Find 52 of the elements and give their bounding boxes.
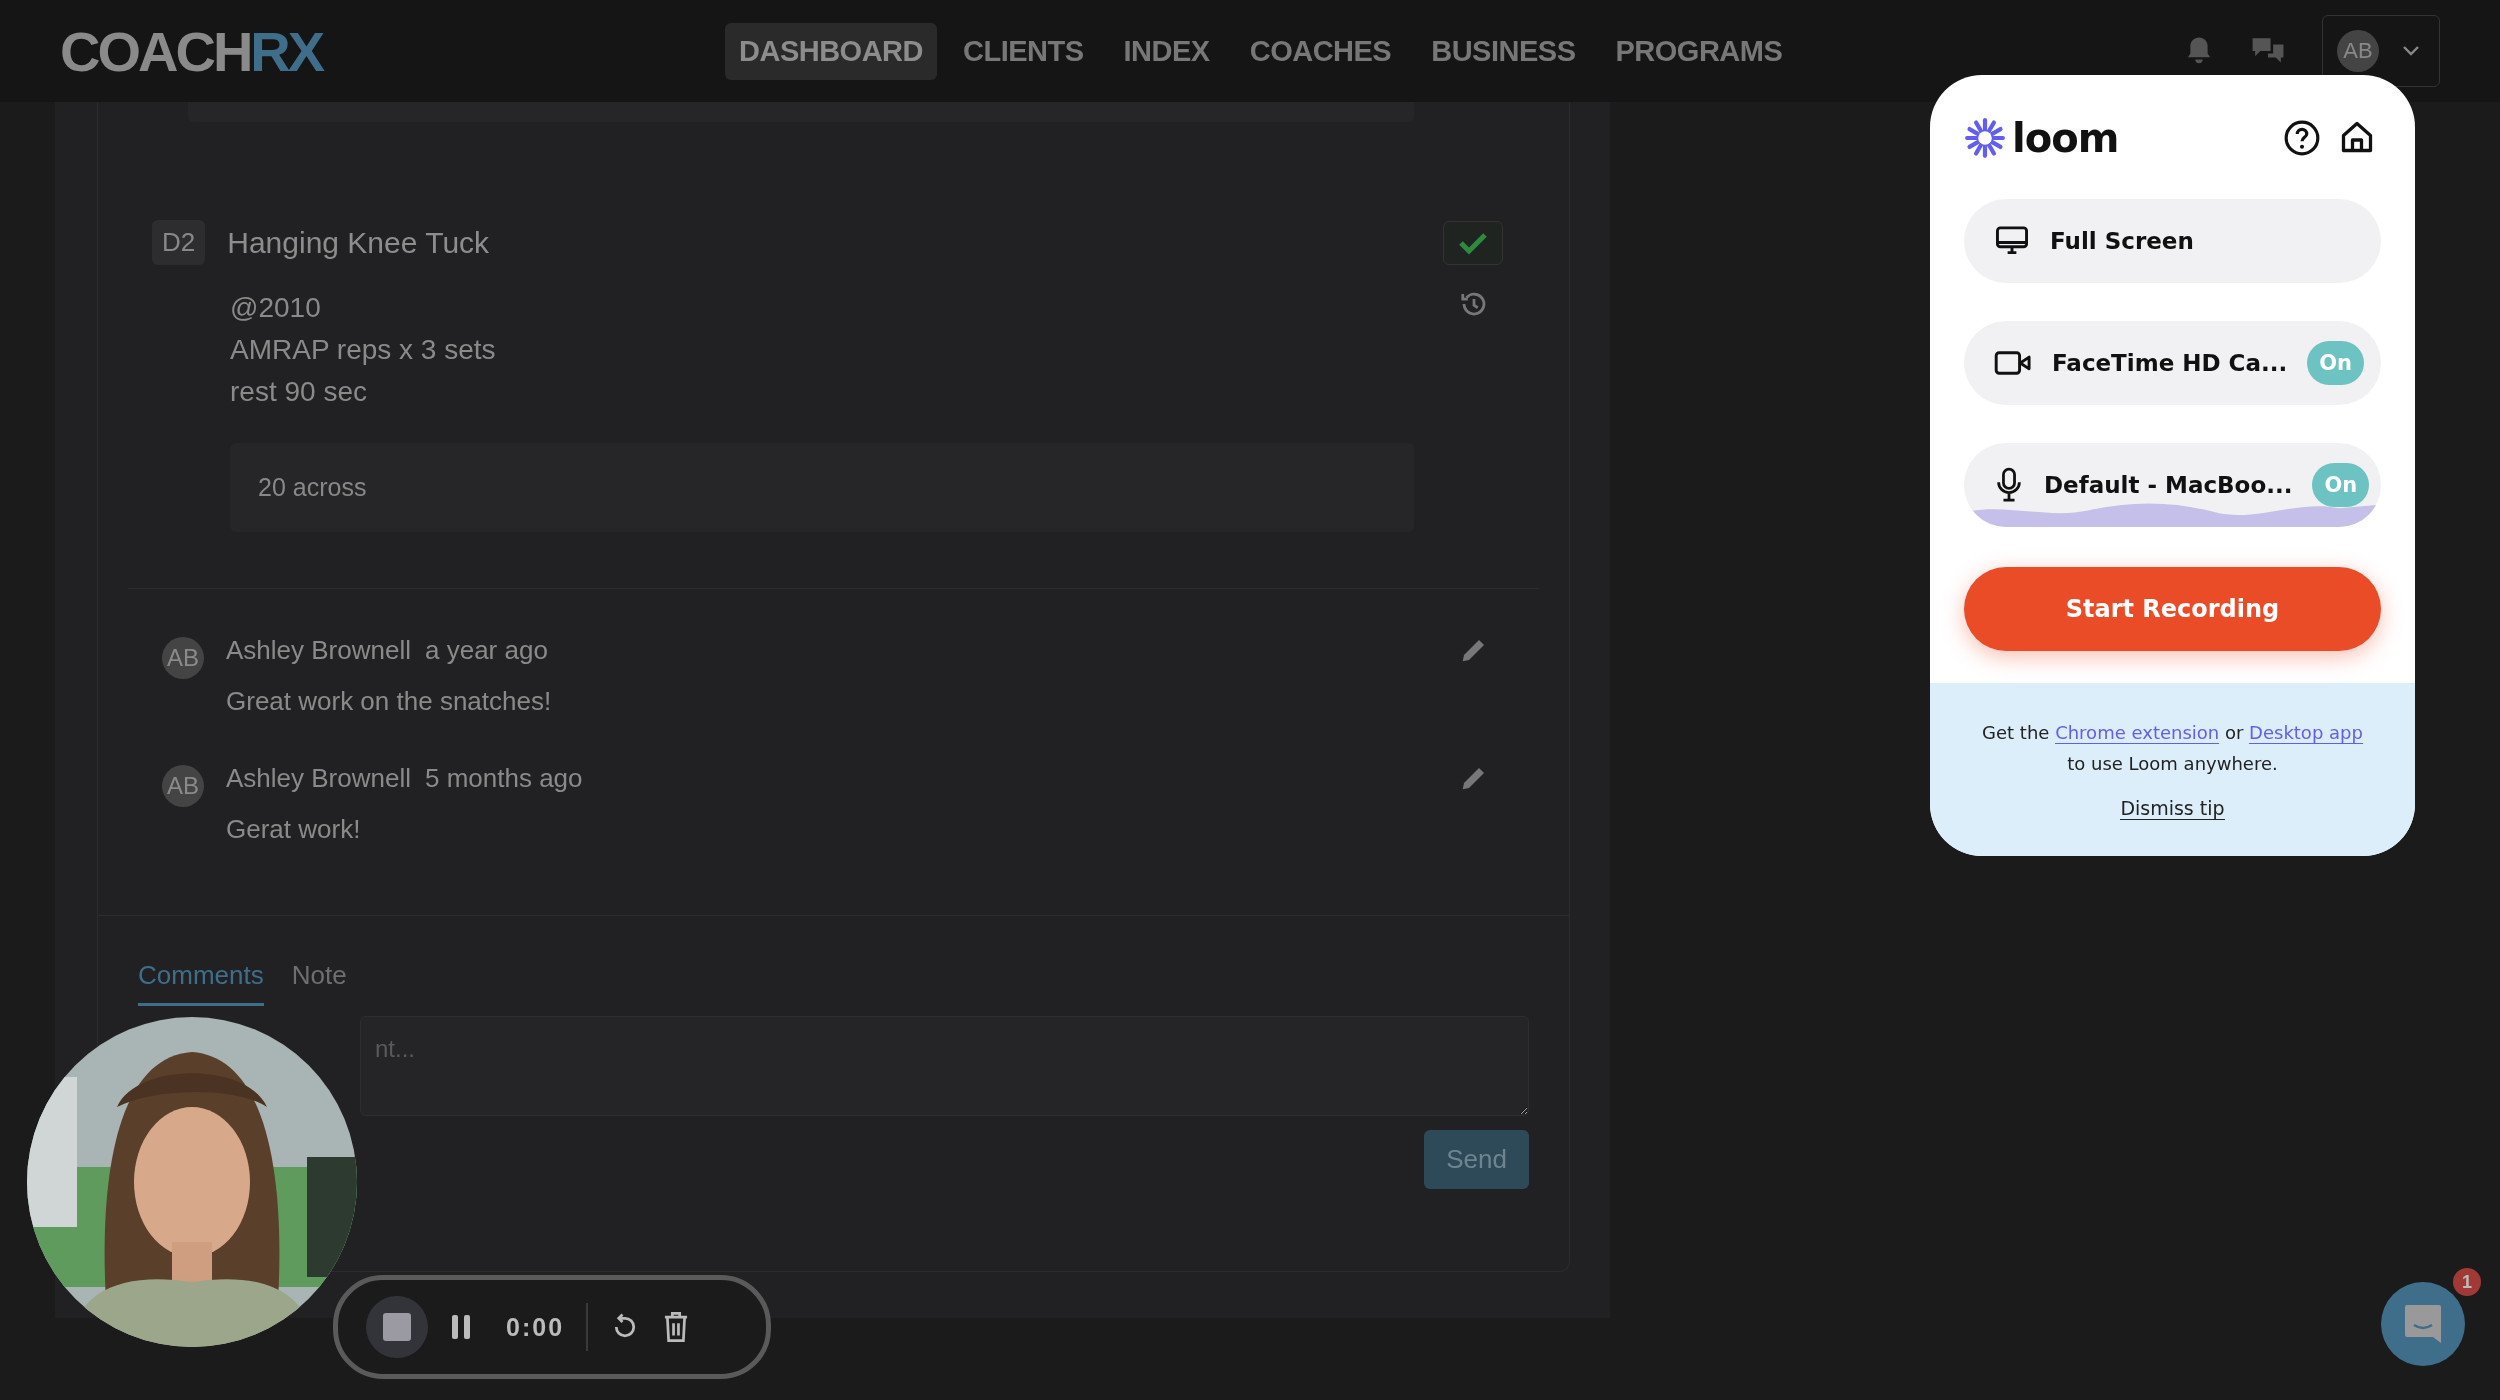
checkmark-icon	[1458, 230, 1488, 255]
user-avatar: AB	[2337, 30, 2379, 72]
exercise-detail: @2010	[230, 291, 322, 325]
chevron-down-icon	[2401, 45, 2421, 57]
toggle-pill[interactable]: On	[2307, 341, 2365, 385]
comment-time: 5 months ago	[425, 763, 583, 794]
send-button[interactable]: Send	[1424, 1130, 1529, 1189]
toggle-pill[interactable]: On	[2312, 463, 2370, 507]
nav-tab[interactable]: CLIENTS	[949, 22, 1098, 80]
author-avatar: AB	[162, 765, 204, 807]
source-label: Full Screen	[2050, 228, 2194, 254]
comment-tab[interactable]: Note	[291, 960, 347, 1006]
exercise-detail: AMRAP reps x 3 sets	[230, 333, 496, 367]
start-recording-button[interactable]: Start Recording	[1964, 567, 2381, 651]
coachrx-logo[interactable]: COACHRX	[60, 18, 725, 84]
comment-time: a year ago	[425, 635, 548, 666]
loom-logo-icon	[1964, 117, 2006, 159]
home-icon[interactable]	[2339, 119, 2375, 155]
exercise-code: D2	[152, 220, 206, 265]
chrome-extension-link[interactable]: Chrome extension	[2055, 722, 2220, 744]
exercise-detail: rest 90 sec	[230, 375, 368, 409]
chat-icon	[2403, 1303, 2443, 1345]
comment-author: Ashley Brownell	[226, 635, 411, 666]
nav-tab[interactable]: DASHBOARD	[725, 22, 937, 80]
source-selector[interactable]: Default - MacBoo... On	[1964, 443, 2381, 527]
tip-text: Get the Chrome extension or Desktop app to use Loom anywhere.	[1982, 721, 2363, 776]
source-selector[interactable]: FaceTime HD Ca... On	[1964, 321, 2381, 405]
source-label: FaceTime HD Ca...	[2052, 350, 2288, 376]
dismiss-tip-link[interactable]: Dismiss tip	[2120, 797, 2225, 820]
monitor-icon	[1994, 225, 2030, 257]
nav-tab[interactable]: COACHES	[1235, 22, 1406, 80]
nav-tab[interactable]: BUSINESS	[1417, 22, 1590, 80]
microphone-icon	[1994, 467, 2024, 503]
complete-checkbox[interactable]	[1443, 220, 1503, 265]
exercise-name: Hanging Knee Tuck	[227, 225, 490, 260]
comment-author: Ashley Brownell	[226, 763, 411, 794]
loom-wordmark: loom	[2012, 115, 2119, 161]
comment-text: Gerat work!	[226, 814, 362, 845]
help-icon[interactable]	[2283, 119, 2321, 157]
nav-tab[interactable]: INDEX	[1109, 22, 1224, 80]
pause-icon[interactable]	[450, 1314, 472, 1340]
video-camera-icon	[1994, 349, 2032, 377]
notification-badge: 1	[2453, 1268, 2481, 1296]
desktop-app-link[interactable]: Desktop app	[2249, 722, 2363, 744]
source-label: Default - MacBoo...	[2044, 472, 2293, 498]
source-selector[interactable]: Full Screen	[1964, 199, 2381, 283]
comment-text: Great work on the snatches!	[226, 686, 552, 717]
comment-tab[interactable]: Comments	[138, 960, 264, 1006]
author-avatar: AB	[162, 637, 204, 679]
note-text: 20 across	[258, 473, 367, 501]
recording-timer: 0:00	[506, 1312, 565, 1342]
nav-tab[interactable]: PROGRAMS	[1601, 22, 1797, 80]
